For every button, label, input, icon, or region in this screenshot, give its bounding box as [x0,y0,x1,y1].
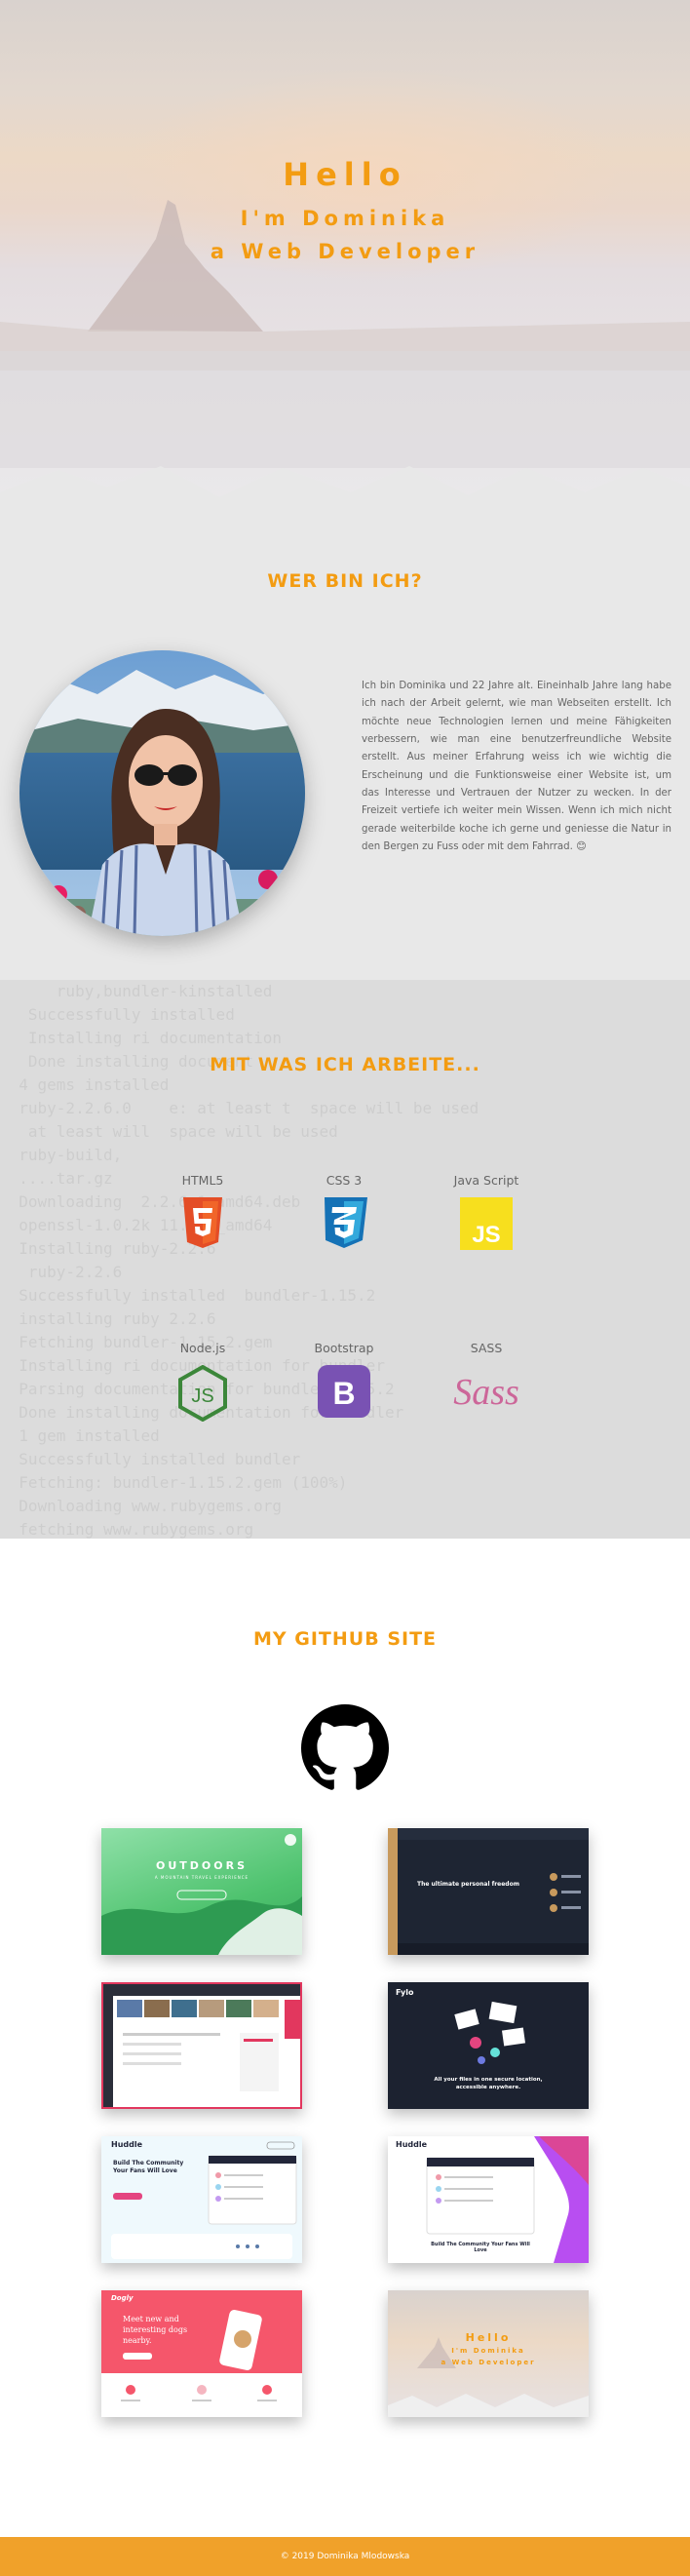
copyright-text: © 2019 Dominika Mlodowska [280,2552,410,2561]
project-heading: Build The Community Your Fans Will Love [113,2160,184,2174]
project-card-hotel[interactable] [101,1982,302,2109]
svg-text:JS: JS [472,1222,500,1248]
nodejs-icon: JS [178,1365,227,1422]
skill-name: Java Script [453,1173,519,1188]
project-card-huddle-purple[interactable]: Huddle Build The Community Your Fans Wil… [388,2136,589,2263]
project-logo: Huddle [396,2140,428,2149]
footer: © 2019 Dominika Mlodowska [0,2537,690,2576]
project-logo: Huddle [111,2140,143,2149]
hero-section: Hello I'm Dominika a Web Developer [0,0,690,522]
skill-name: Bootstrap [314,1341,374,1355]
skill-name: HTML5 [181,1173,224,1188]
skill-javascript: Java Script JS [423,1173,550,1250]
svg-text:JS: JS [191,1386,213,1407]
project-heading: Build The Community Your Fans Will Love [431,2242,530,2253]
project-logo: Fylo [396,1988,414,1997]
hero-name: I'm Dominika [240,207,450,230]
css3-icon [325,1197,367,1248]
project-card-portfolio[interactable]: Hello I'm Dominika a Web Developer [388,2290,589,2417]
skill-css3: CSS 3 [281,1173,407,1248]
hero-heading: Hello I'm Dominika a Web Developer [0,156,690,263]
skills-title: MIT WAS ICH ARBEITE... [210,1054,480,1075]
about-title: WER BIN ICH? [267,570,423,592]
project-card-outdoors[interactable]: OUTDOORS A MOUNTAIN TRAVEL EXPERIENCE [101,1828,302,1955]
project-subheading: a Web Developer [441,2359,536,2366]
project-card-finance[interactable]: The ultimate personal freedom [388,1828,589,1955]
skill-name: CSS 3 [326,1173,363,1188]
svg-text:Sass: Sass [453,1372,519,1413]
project-heading: Meet new and interesting dogs nearby. [123,2315,188,2345]
profile-photo [19,650,305,936]
sass-icon: Sass [453,1372,519,1413]
skill-html5: HTML5 [139,1173,266,1248]
javascript-icon: JS [460,1197,513,1250]
github-section: MY GITHUB SITE OUTDOORS A MOUNTAIN TRAVE… [0,1539,690,2537]
project-heading: The ultimate personal freedom [417,1881,519,1888]
github-title: MY GITHUB SITE [252,1628,438,1650]
project-card-fylo[interactable]: Fylo All your files in one secure locati… [388,1982,589,2109]
project-logo: Dogly [111,2294,134,2302]
project-subheading: A MOUNTAIN TRAVEL EXPERIENCE [154,1875,249,1880]
project-heading: Hello [465,2331,512,2344]
about-section: WER BIN ICH? Ich bin Dominika und 22 Jah… [0,522,690,980]
about-text: Ich bin Dominika und 22 Jahre alt. Einei… [362,681,671,852]
skill-bootstrap: Bootstrap B [281,1341,407,1418]
html5-icon [183,1197,222,1248]
skill-nodejs: Node.js JS [139,1341,266,1422]
skill-sass: SASS Sass [423,1341,550,1420]
github-icon[interactable] [301,1704,389,1792]
skills-section: ruby,bundler-kinstalled Successfully ins… [0,980,690,1539]
bootstrap-icon: B [318,1365,370,1418]
project-card-huddle-light[interactable]: Huddle Build The Community Your Fans Wil… [101,2136,302,2263]
svg-text:B: B [332,1376,355,1411]
project-card-dogly[interactable]: Dogly Meet new and interesting dogs near… [101,2290,302,2417]
skill-name: Node.js [179,1341,226,1355]
project-heading: All your files in one secure location, a… [434,2077,543,2090]
hero-hello: Hello [283,156,407,193]
skill-name: SASS [470,1341,503,1355]
project-heading: OUTDOORS [155,1859,248,1872]
project-subheading: I'm Dominika [451,2347,525,2355]
hero-role: a Web Developer [210,240,480,263]
